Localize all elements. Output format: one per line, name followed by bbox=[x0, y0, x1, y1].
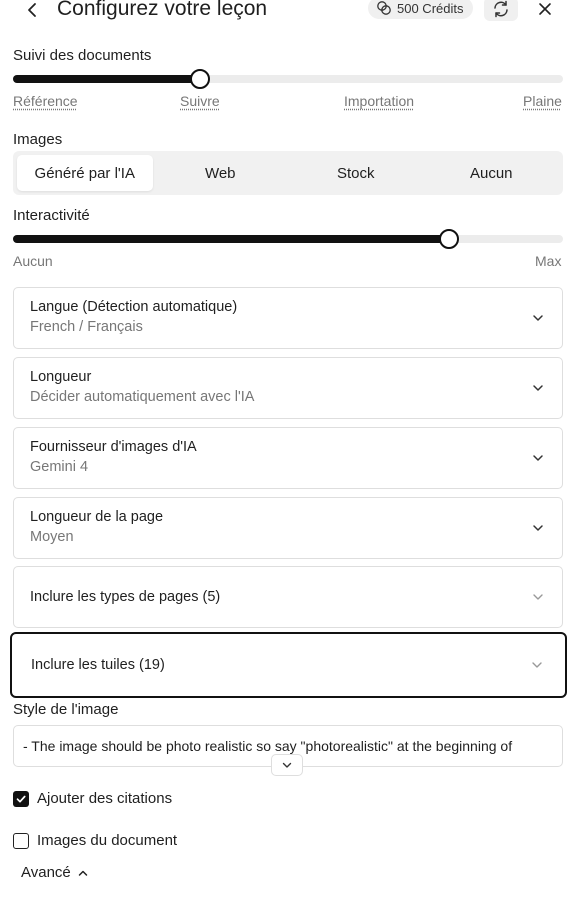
documents-stop-plain[interactable]: Plaine bbox=[523, 93, 562, 109]
chevron-down-icon bbox=[530, 589, 546, 605]
chevron-down-icon bbox=[282, 762, 292, 768]
image-style-label: Style de l'image bbox=[13, 701, 119, 718]
doc-images-checkbox-row[interactable]: Images du document bbox=[13, 832, 177, 849]
page-types-select[interactable]: Inclure les types de pages (5) bbox=[13, 566, 563, 628]
interactivity-slider-fill bbox=[13, 235, 449, 243]
coins-icon bbox=[377, 1, 391, 15]
tiles-select[interactable]: Inclure les tuiles (19) bbox=[10, 632, 567, 698]
refresh-button[interactable] bbox=[484, 0, 518, 21]
expand-input-button[interactable] bbox=[271, 754, 303, 776]
documents-slider-fill bbox=[13, 75, 200, 83]
images-option-web[interactable]: Web bbox=[153, 155, 289, 191]
citations-checkbox-row[interactable]: Ajouter des citations bbox=[13, 790, 172, 807]
language-select[interactable]: Langue (Détection automatique) French / … bbox=[13, 287, 563, 349]
image-provider-select-value: Gemini 4 bbox=[30, 459, 89, 475]
chevron-down-icon bbox=[530, 520, 546, 536]
checkmark-icon bbox=[16, 795, 26, 803]
documents-stop-import[interactable]: Importation bbox=[344, 93, 414, 109]
images-segmented-control: Généré par l'IA Web Stock Aucun bbox=[13, 151, 563, 195]
images-label: Images bbox=[13, 131, 63, 148]
interactivity-slider[interactable] bbox=[13, 229, 563, 249]
interactivity-label: Interactivité bbox=[13, 207, 90, 224]
interactivity-max-label: Max bbox=[535, 253, 562, 269]
credits-badge[interactable]: 500 Crédits bbox=[368, 0, 474, 19]
chevron-down-icon bbox=[530, 310, 546, 326]
length-select[interactable]: Longueur Décider automatiquement avec l'… bbox=[13, 357, 563, 419]
page-length-select-label: Longueur de la page bbox=[30, 509, 164, 525]
tiles-select-label: Inclure les tuiles (19) bbox=[31, 657, 165, 673]
advanced-toggle[interactable]: Avancé bbox=[21, 864, 89, 881]
images-option-stock[interactable]: Stock bbox=[288, 155, 424, 191]
documents-stop-follow[interactable]: Suivre bbox=[180, 93, 220, 109]
language-select-label: Langue (Détection automatique) bbox=[30, 299, 238, 315]
close-icon bbox=[539, 3, 551, 15]
close-button[interactable] bbox=[528, 0, 562, 21]
back-button[interactable] bbox=[20, 0, 44, 22]
language-select-value: French / Français bbox=[30, 319, 143, 335]
documents-slider-thumb[interactable] bbox=[190, 69, 210, 89]
documents-stop-reference[interactable]: Référence bbox=[13, 93, 78, 109]
chevron-down-icon bbox=[530, 450, 546, 466]
doc-images-checkbox-label: Images du document bbox=[37, 832, 178, 849]
images-option-ai[interactable]: Généré par l'IA bbox=[17, 155, 153, 191]
page-types-select-label: Inclure les types de pages (5) bbox=[30, 589, 221, 605]
images-option-none[interactable]: Aucun bbox=[424, 155, 560, 191]
credits-label: 500 Crédits bbox=[397, 0, 464, 16]
doc-images-checkbox[interactable] bbox=[13, 832, 29, 849]
citations-checkbox-label: Ajouter des citations bbox=[37, 790, 173, 807]
image-provider-select-label: Fournisseur d'images d'IA bbox=[30, 439, 197, 455]
citations-checkbox[interactable] bbox=[13, 790, 29, 807]
page-length-select-value: Moyen bbox=[30, 529, 74, 545]
image-provider-select[interactable]: Fournisseur d'images d'IA Gemini 4 bbox=[13, 427, 563, 489]
page-title: Configurez votre leçon bbox=[57, 0, 268, 20]
interactivity-slider-thumb[interactable] bbox=[438, 229, 459, 249]
documents-label: Suivi des documents bbox=[13, 47, 152, 64]
advanced-label: Avancé bbox=[21, 864, 71, 881]
refresh-icon bbox=[494, 0, 508, 18]
interactivity-min-label: Aucun bbox=[13, 253, 53, 269]
chevron-down-icon bbox=[530, 380, 546, 396]
length-select-label: Longueur bbox=[30, 369, 92, 385]
chevron-down-icon bbox=[529, 657, 545, 673]
chevron-left-icon bbox=[28, 3, 36, 17]
length-select-value: Décider automatiquement avec l'IA bbox=[30, 389, 255, 405]
page-length-select[interactable]: Longueur de la page Moyen bbox=[13, 497, 563, 559]
documents-slider[interactable] bbox=[13, 69, 563, 89]
chevron-up-icon bbox=[78, 870, 88, 876]
